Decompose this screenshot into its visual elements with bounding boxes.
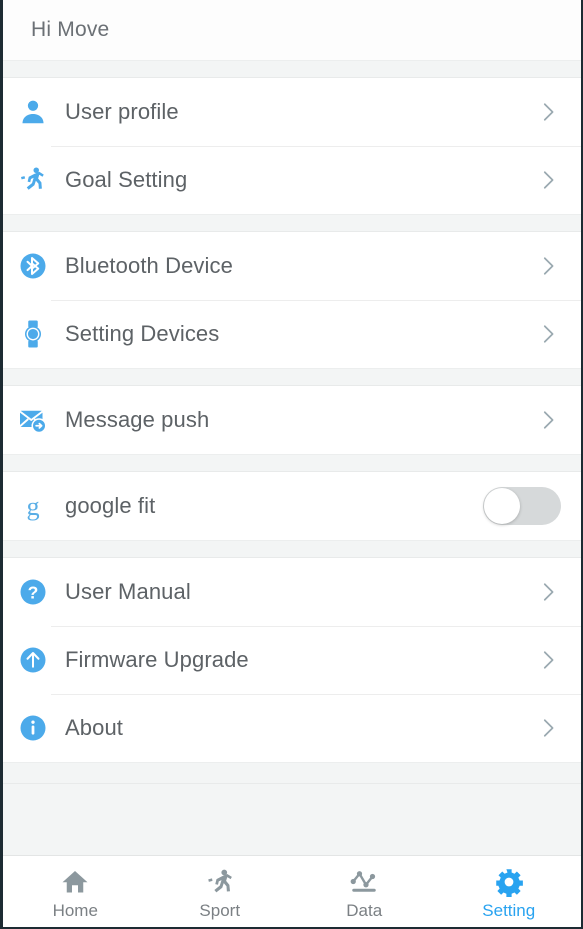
google-fit-icon: g	[15, 488, 51, 524]
row-firmware-upgrade[interactable]: Firmware Upgrade	[3, 625, 581, 694]
row-label: google fit	[65, 492, 156, 518]
svg-text:g: g	[26, 491, 39, 520]
home-icon	[60, 865, 90, 899]
header: Hi Move	[3, 0, 581, 60]
toggle-knob	[484, 487, 520, 524]
section-profile: User profile Goal Setting	[3, 77, 581, 214]
row-about[interactable]: About	[3, 693, 581, 762]
section-separator	[3, 539, 581, 558]
row-label: Setting Devices	[65, 320, 220, 346]
row-label: Goal Setting	[65, 166, 188, 192]
section-separator	[3, 367, 581, 386]
section-devices: Bluetooth Device Setting Devices	[3, 231, 581, 368]
row-label: User Manual	[65, 578, 191, 604]
bottom-navigation: Home Sport Data Setting	[3, 855, 581, 927]
runner-icon	[15, 162, 51, 198]
tab-label: Home	[52, 900, 98, 920]
row-user-manual[interactable]: ? User Manual	[3, 557, 581, 626]
row-message-push[interactable]: Message push	[3, 385, 581, 454]
tab-label: Sport	[199, 900, 241, 920]
row-label: Message push	[65, 406, 210, 432]
watch-icon	[15, 316, 51, 352]
data-icon	[349, 865, 379, 899]
user-icon	[15, 94, 51, 130]
list-bottom-separator	[3, 761, 581, 784]
tab-sport[interactable]: Sport	[148, 856, 293, 927]
page-title: Hi Move	[31, 18, 110, 41]
section-notifications: Message push	[3, 385, 581, 454]
row-user-profile[interactable]: User profile	[3, 77, 581, 146]
chevron-right-icon	[535, 647, 561, 673]
chevron-right-icon	[535, 167, 561, 193]
sport-icon	[205, 865, 235, 899]
chevron-right-icon	[535, 407, 561, 433]
settings-list: User profile Goal Setting Bluetooth Devi…	[3, 77, 581, 855]
row-setting-devices[interactable]: Setting Devices	[3, 299, 581, 368]
gear-icon	[494, 865, 524, 899]
row-label: User profile	[65, 98, 179, 124]
tab-data[interactable]: Data	[292, 856, 437, 927]
header-separator	[3, 60, 581, 78]
help-icon: ?	[15, 574, 51, 610]
chevron-right-icon	[535, 99, 561, 125]
empty-area	[3, 783, 581, 855]
row-bluetooth-device[interactable]: Bluetooth Device	[3, 231, 581, 300]
app-root: Hi Move User profile Goal Setting Blueto…	[0, 0, 583, 929]
chevron-right-icon	[535, 715, 561, 741]
bluetooth-icon	[15, 248, 51, 284]
row-google-fit[interactable]: g google fit	[3, 471, 581, 540]
chevron-right-icon	[535, 253, 561, 279]
row-label: Firmware Upgrade	[65, 646, 249, 672]
tab-label: Data	[346, 900, 383, 920]
tab-label: Setting	[482, 900, 536, 920]
section-separator	[3, 213, 581, 232]
svg-text:?: ?	[28, 582, 39, 602]
info-icon	[15, 710, 51, 746]
tab-setting[interactable]: Setting	[437, 856, 582, 927]
row-label: About	[65, 714, 123, 740]
row-goal-setting[interactable]: Goal Setting	[3, 145, 581, 214]
google-fit-toggle[interactable]	[483, 486, 561, 525]
chevron-right-icon	[535, 321, 561, 347]
chevron-right-icon	[535, 579, 561, 605]
upgrade-icon	[15, 642, 51, 678]
tab-home[interactable]: Home	[3, 856, 148, 927]
section-support: ? User Manual Firmware Upgrade About	[3, 557, 581, 762]
section-separator	[3, 453, 581, 472]
message-push-icon	[15, 402, 51, 438]
section-integrations: g google fit	[3, 471, 581, 540]
row-label: Bluetooth Device	[65, 252, 233, 278]
